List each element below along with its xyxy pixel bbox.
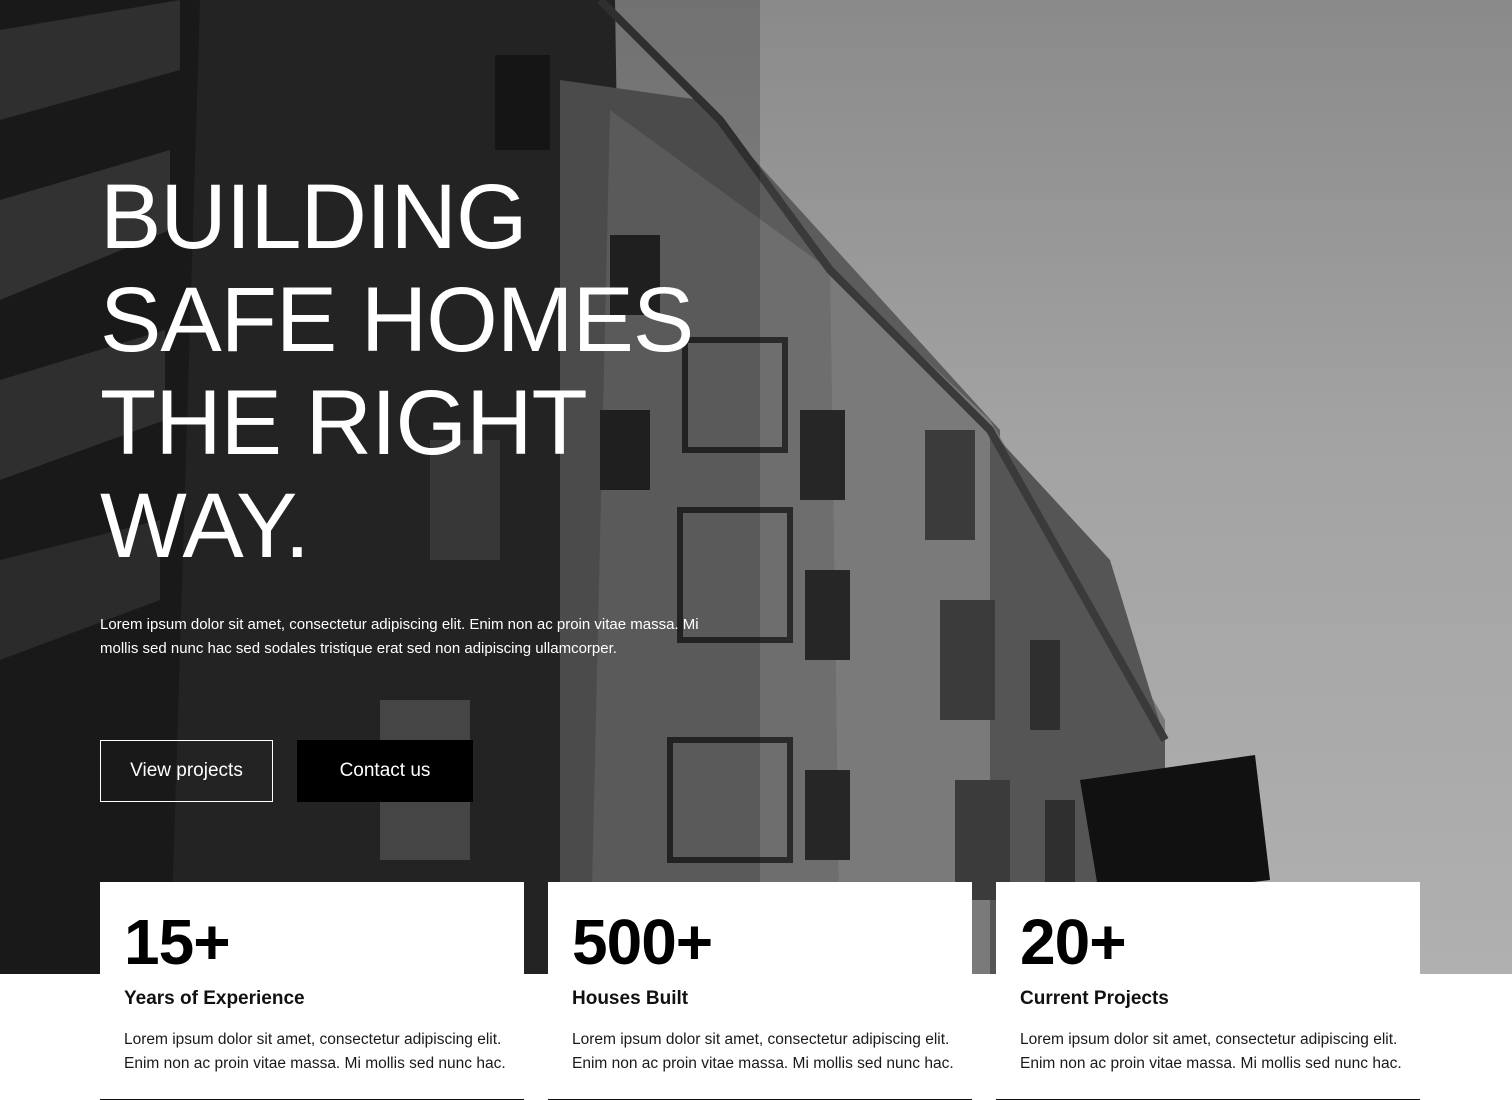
headline-line: BUILDING [100,166,528,268]
headline-line: SAFE HOMES [100,269,694,371]
stat-card-houses-built: 500+ Houses Built Lorem ipsum dolor sit … [548,882,972,1100]
contact-us-button[interactable]: Contact us [297,740,473,802]
stat-card-experience: 15+ Years of Experience Lorem ipsum dolo… [100,882,524,1100]
hero-section: BUILDING SAFE HOMES THE RIGHT WAY. Lorem… [0,0,1512,974]
stat-label: Years of Experience [124,988,305,1009]
stat-label: Current Projects [1020,988,1169,1009]
stat-description: Lorem ipsum dolor sit amet, consectetur … [124,1031,506,1072]
stat-label: Houses Built [572,988,689,1009]
stat-value: 500+ [572,906,713,978]
stat-description: Lorem ipsum dolor sit amet, consectetur … [572,1031,954,1072]
headline-line: THE RIGHT [100,372,588,474]
stat-card-current-projects: 20+ Current Projects Lorem ipsum dolor s… [996,882,1420,1100]
stat-value: 15+ [124,906,231,978]
view-projects-button[interactable]: View projects [100,740,273,802]
hero-headline: BUILDING SAFE HOMES THE RIGHT WAY. [100,166,740,578]
stat-description: Lorem ipsum dolor sit amet, consectetur … [1020,1031,1402,1072]
stat-value: 20+ [1020,906,1127,978]
hero-intro-text: Lorem ipsum dolor sit amet, consectetur … [100,616,699,657]
headline-line: WAY. [100,475,310,577]
